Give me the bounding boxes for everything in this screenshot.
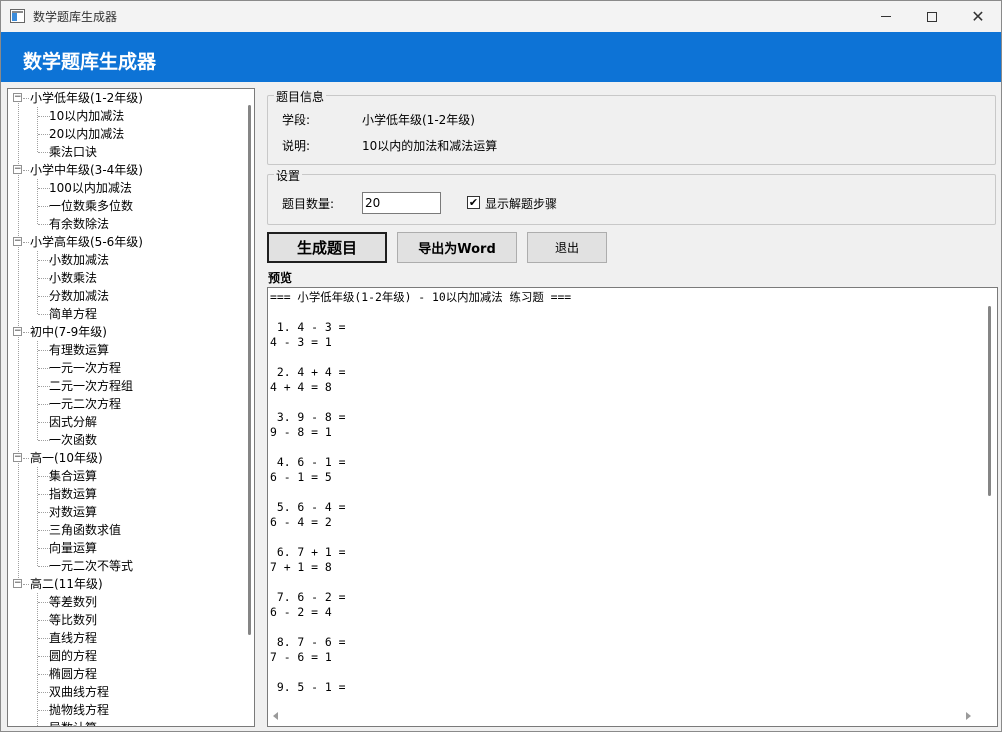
tree-category-3[interactable]: 小学高年级(5-6年级)	[30, 233, 143, 251]
tree-item[interactable]: 简单方程	[49, 305, 97, 323]
preview-horizontal-scrollbar[interactable]	[268, 708, 978, 726]
tree-category-2[interactable]: 小学中年级(3-4年级)	[30, 161, 143, 179]
description-value: 10以内的加法和减法运算	[362, 139, 498, 153]
generate-button[interactable]: 生成题目	[267, 232, 387, 263]
tree-connector	[18, 337, 19, 454]
tree-category-6[interactable]: 高二(11年级)	[30, 575, 103, 593]
minimize-button[interactable]	[863, 1, 909, 32]
tree-item[interactable]: 小数乘法	[49, 269, 97, 287]
export-word-button[interactable]: 导出为Word	[397, 232, 517, 263]
tree-item[interactable]: 椭圆方程	[49, 665, 97, 683]
preview-vertical-scrollbar-thumb[interactable]	[988, 306, 991, 496]
tree-connector	[37, 179, 38, 224]
tree-item[interactable]: 集合运算	[49, 467, 97, 485]
check-icon: ✔	[468, 196, 479, 209]
question-count-label: 题目数量:	[282, 197, 335, 211]
tree-item[interactable]: 有余数除法	[49, 215, 109, 233]
tree-item[interactable]: 等差数列	[49, 593, 97, 611]
tree-category-5[interactable]: 高一(10年级)	[30, 449, 103, 467]
maximize-button[interactable]	[909, 1, 955, 32]
tree-item[interactable]: 三角函数求值	[49, 521, 121, 539]
tree-collapse-icon[interactable]: −	[13, 93, 22, 102]
tree-connector	[23, 242, 29, 243]
tree-connector	[18, 175, 19, 238]
tree-item[interactable]: 有理数运算	[49, 341, 109, 359]
settings-groupbox-title: 设置	[274, 167, 303, 184]
tree-item[interactable]: 对数运算	[49, 503, 97, 521]
grade-label: 学段:	[282, 113, 311, 127]
tree-item[interactable]: 一元一次方程	[49, 359, 121, 377]
tree-item[interactable]: 抛物线方程	[49, 701, 109, 719]
tree-item[interactable]: 直线方程	[49, 629, 97, 647]
tree-collapse-icon[interactable]: −	[13, 237, 22, 246]
tree-connector	[37, 107, 38, 152]
tree-collapse-icon[interactable]: −	[13, 579, 22, 588]
tree-item[interactable]: 导数计算	[49, 719, 97, 726]
tree-scrollbar-thumb[interactable]	[248, 105, 251, 635]
scroll-left-arrow-icon[interactable]	[273, 712, 278, 720]
preview-label: 预览	[268, 271, 293, 285]
tree-item[interactable]: 100以内加减法	[49, 179, 132, 197]
tree-connector	[37, 341, 38, 440]
tree-item[interactable]: 一元二次方程	[49, 395, 121, 413]
tree-connector	[23, 458, 29, 459]
app-window: 数学题库生成器 ✕ 数学题库生成器 − 小学低年级(1-2年级) 10以内加减法 20…	[0, 0, 1002, 732]
preview-textarea[interactable]: === 小学低年级(1-2年级) - 10以内加减法 练习题 === 1. 4 …	[267, 287, 998, 727]
info-groupbox-title: 题目信息	[274, 88, 327, 105]
tree-category-4[interactable]: 初中(7-9年级)	[30, 323, 107, 341]
tree-connector	[18, 247, 19, 328]
tree-item[interactable]: 因式分解	[49, 413, 97, 431]
title-bar[interactable]: 数学题库生成器 ✕	[1, 1, 1001, 32]
tree-connector	[23, 98, 29, 99]
question-count-input[interactable]: 20	[362, 192, 441, 214]
header-title: 数学题库生成器	[23, 51, 157, 73]
minimize-icon	[881, 16, 891, 17]
tree-item[interactable]: 一元二次不等式	[49, 557, 133, 575]
category-tree[interactable]: − 小学低年级(1-2年级) 10以内加减法 20以内加减法 乘法口诀 − 小学中年级(3-…	[7, 88, 255, 727]
tree-category-1[interactable]: 小学低年级(1-2年级)	[30, 89, 143, 107]
close-icon: ✕	[971, 6, 985, 26]
description-label: 说明:	[282, 139, 311, 153]
app-icon	[10, 9, 25, 23]
tree-connector	[23, 170, 29, 171]
header-banner: 数学题库生成器	[1, 32, 1001, 82]
tree-item[interactable]: 一次函数	[49, 431, 97, 449]
tree-item[interactable]: 指数运算	[49, 485, 97, 503]
tree-item[interactable]: 圆的方程	[49, 647, 97, 665]
show-steps-checkbox[interactable]: ✔	[467, 196, 480, 209]
tree-item[interactable]: 向量运算	[49, 539, 97, 557]
preview-text: === 小学低年级(1-2年级) - 10以内加减法 练习题 === 1. 4 …	[270, 290, 572, 694]
show-steps-label[interactable]: 显示解题步骤	[485, 195, 557, 212]
tree-connector	[18, 103, 19, 166]
grade-value: 小学低年级(1-2年级)	[362, 113, 475, 127]
tree-connector	[23, 332, 29, 333]
tree-connector	[18, 463, 19, 580]
tree-collapse-icon[interactable]: −	[13, 453, 22, 462]
tree-item[interactable]: 20以内加减法	[49, 125, 124, 143]
tree-item[interactable]: 等比数列	[49, 611, 97, 629]
info-groupbox: 题目信息	[267, 88, 996, 165]
maximize-icon	[927, 11, 937, 22]
scroll-right-arrow-icon[interactable]	[966, 712, 971, 720]
tree-item[interactable]: 10以内加减法	[49, 107, 124, 125]
tree-item[interactable]: 小数加减法	[49, 251, 109, 269]
tree-item[interactable]: 乘法口诀	[49, 143, 97, 161]
close-button[interactable]: ✕	[955, 1, 1001, 32]
tree-item[interactable]: 分数加减法	[49, 287, 109, 305]
tree-connector	[37, 467, 38, 566]
tree-item[interactable]: 一位数乘多位数	[49, 197, 133, 215]
window-title: 数学题库生成器	[33, 10, 118, 24]
tree-connector	[23, 584, 29, 585]
tree-item[interactable]: 二元一次方程组	[49, 377, 133, 395]
tree-connector	[37, 593, 38, 726]
tree-collapse-icon[interactable]: −	[13, 165, 22, 174]
tree-collapse-icon[interactable]: −	[13, 327, 22, 336]
tree-item[interactable]: 双曲线方程	[49, 683, 109, 701]
exit-button[interactable]: 退出	[527, 232, 607, 263]
